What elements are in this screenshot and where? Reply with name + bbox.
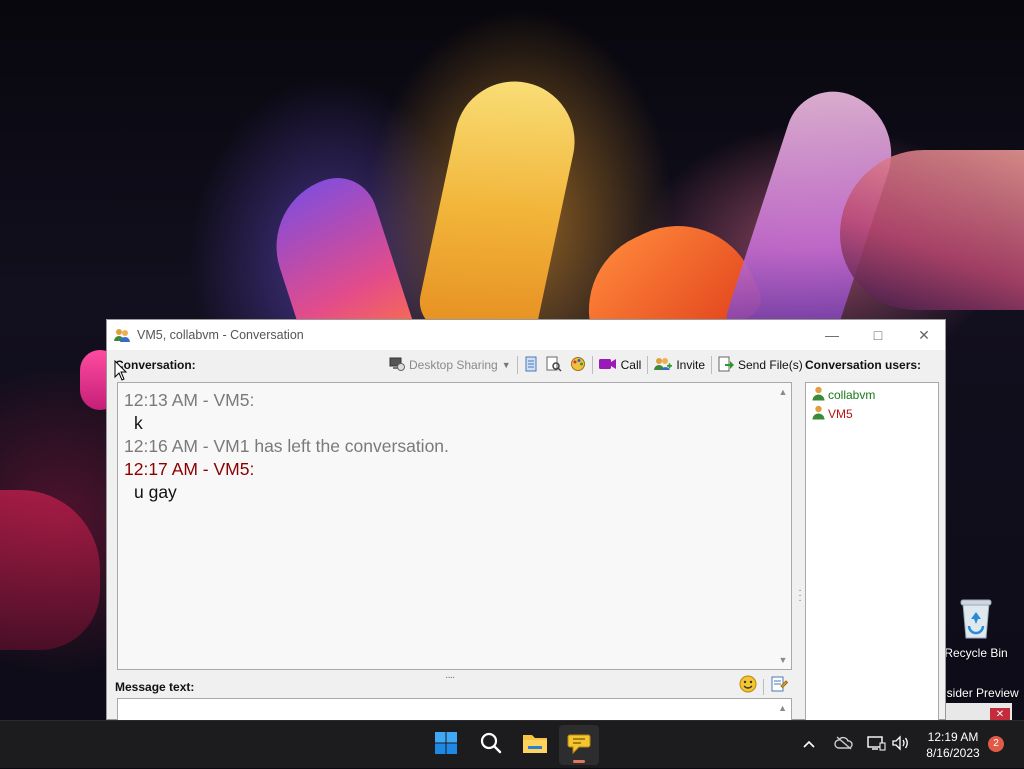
folder-icon — [522, 732, 548, 759]
message-text: k — [134, 413, 143, 433]
message-text-label: Message text: — [115, 680, 195, 694]
window-title: VM5, collabvm - Conversation — [137, 328, 304, 342]
conversation-scrollbar[interactable]: ▲ ▼ — [775, 383, 791, 669]
chevron-down-icon: ▼ — [501, 360, 511, 370]
search-icon — [480, 732, 502, 759]
start-button[interactable] — [426, 725, 466, 765]
message-header: 12:17 AM - VM5: — [124, 459, 255, 479]
show-hidden-icons-button[interactable] — [802, 721, 816, 769]
send-file-icon — [718, 356, 734, 375]
video-camera-icon — [598, 358, 617, 373]
user-item-vm5[interactable]: VM5 — [806, 404, 938, 423]
mouse-cursor-icon — [114, 359, 128, 387]
notification-badge[interactable]: 2 — [988, 736, 1004, 752]
notebook-icon — [524, 356, 538, 375]
conversation-window: VM5, collabvm - Conversation — □ ✕ Conve… — [106, 319, 946, 724]
conversation-toolbar: Desktop Sharing ▼ Call Invite Send File(… — [385, 353, 807, 377]
insider-preview-label: nsider Preview — [940, 686, 1019, 700]
user-name: collabvm — [828, 387, 876, 402]
notebook-button[interactable] — [520, 354, 542, 376]
emoticon-icon[interactable] — [739, 675, 757, 698]
scroll-up-icon[interactable]: ▲ — [778, 703, 787, 713]
toolbar-divider — [711, 356, 712, 374]
palette-icon — [570, 356, 586, 375]
call-button[interactable]: Call — [595, 354, 646, 376]
message-input[interactable]: ▲ — [117, 698, 792, 722]
messenger-users-icon — [114, 327, 130, 343]
add-contact-icon — [654, 356, 673, 375]
active-indicator — [573, 760, 585, 763]
network-tray-button[interactable] — [866, 721, 886, 769]
vertical-splitter-grip[interactable]: · · · — [797, 586, 803, 606]
desktop-sharing-icon — [389, 357, 405, 374]
user-icon — [812, 386, 825, 404]
speaker-icon — [891, 734, 909, 756]
horizontal-splitter-grip[interactable]: ···· — [445, 672, 455, 683]
toolbar-divider — [591, 356, 593, 374]
invite-button[interactable]: Invite — [650, 354, 709, 376]
desktop-sharing-label: Desktop Sharing — [409, 358, 498, 372]
desktop-sharing-button[interactable]: Desktop Sharing ▼ — [385, 354, 515, 376]
volume-tray-button[interactable] — [891, 721, 909, 769]
message-list: 12:13 AM - VM5: k 12:16 AM - VM1 has lef… — [124, 389, 449, 504]
conversation-users-list[interactable]: collabvm VM5 — [805, 382, 939, 724]
insider-preview-shortcut[interactable]: nsider Preview 2 — [940, 686, 1024, 700]
title-bar[interactable]: VM5, collabvm - Conversation — □ ✕ — [107, 320, 945, 350]
wallpaper-petal — [414, 70, 586, 350]
recycle-bin-label: Recycle Bin — [944, 646, 1008, 660]
conversation-users-label: Conversation users: — [805, 358, 922, 372]
user-item-collabvm[interactable]: collabvm — [806, 385, 938, 404]
file-explorer-button[interactable] — [515, 725, 555, 765]
message-tools — [739, 675, 789, 698]
whiteboard-button[interactable] — [566, 354, 590, 376]
send-files-label: Send File(s) — [738, 358, 803, 372]
minimize-button[interactable]: — — [809, 320, 855, 350]
toolbar-divider — [516, 356, 518, 374]
network-icon — [866, 735, 886, 756]
recycle-bin-shortcut[interactable]: Recycle Bin — [940, 596, 1012, 660]
send-files-button[interactable]: Send File(s) — [714, 354, 807, 376]
recycle-bin-icon — [957, 596, 995, 640]
clock-date: 8/16/2023 — [926, 746, 980, 760]
scroll-down-icon[interactable]: ▼ — [778, 655, 788, 665]
search-button[interactable] — [471, 725, 511, 765]
message-text: u gay — [134, 482, 177, 502]
messenger-chat-icon — [567, 731, 591, 760]
taskbar: 12:19 AM 8/16/2023 — [0, 720, 1024, 768]
clock-time: 12:19 AM — [927, 730, 979, 744]
invite-label: Invite — [676, 358, 705, 372]
toolbar-divider — [647, 356, 649, 374]
message-header: 12:13 AM - VM5: — [124, 390, 255, 410]
windows-logo-icon — [434, 731, 458, 760]
taskbar-clock[interactable]: 12:19 AM 8/16/2023 — [922, 729, 984, 761]
system-message: 12:16 AM - VM1 has left the conversation… — [124, 436, 449, 456]
user-icon — [812, 405, 825, 423]
toolbar-divider — [763, 678, 764, 695]
document-search-icon — [546, 356, 562, 375]
maximize-button[interactable]: □ — [855, 320, 901, 350]
document-view-button[interactable] — [542, 354, 566, 376]
wallpaper-petal — [0, 490, 100, 650]
messenger-taskbar-button[interactable] — [559, 725, 599, 765]
scroll-up-icon[interactable]: ▲ — [778, 387, 788, 397]
font-settings-icon[interactable] — [770, 675, 789, 698]
wallpaper-petal — [840, 150, 1024, 310]
conversation-history[interactable]: 12:13 AM - VM5: k 12:16 AM - VM1 has lef… — [117, 382, 792, 670]
chevron-up-icon — [802, 736, 816, 754]
cloud-offline-icon — [834, 735, 854, 755]
user-name: VM5 — [828, 406, 853, 421]
onedrive-tray-button[interactable] — [834, 721, 854, 769]
close-button[interactable]: ✕ — [901, 320, 947, 350]
call-label: Call — [620, 358, 642, 372]
